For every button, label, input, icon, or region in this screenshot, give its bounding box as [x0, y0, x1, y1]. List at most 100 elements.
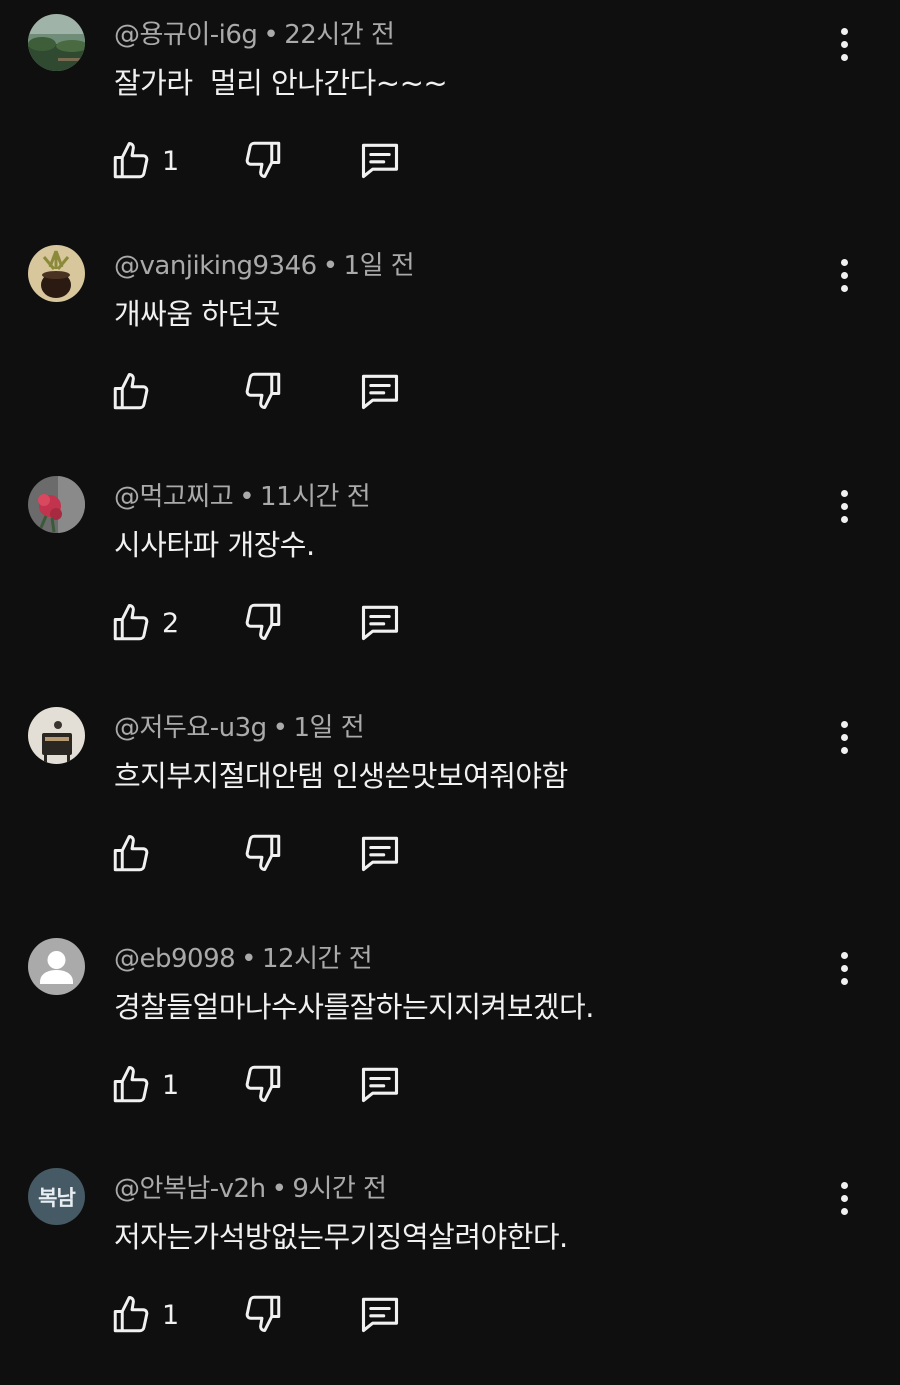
meta-separator: • — [271, 1174, 287, 1204]
reply-comment-icon — [361, 605, 399, 641]
avatar[interactable] — [28, 707, 85, 764]
dot-icon — [840, 1181, 848, 1189]
comment-author[interactable]: @용규이-i6g — [114, 20, 258, 50]
comment-author[interactable]: @저두요-u3g — [114, 713, 267, 743]
dot-icon — [840, 977, 848, 985]
dot-icon — [840, 515, 848, 523]
reply-button[interactable] — [358, 600, 404, 646]
reply-comment-icon — [361, 143, 399, 179]
more-options-button[interactable] — [824, 484, 864, 528]
comment-author[interactable]: @안복남-v2h — [114, 1174, 266, 1204]
comment-text: 저자는가석방없는무기징역살려야한다. — [114, 1220, 568, 1254]
dot-icon — [840, 53, 848, 61]
dislike-button[interactable] — [242, 138, 286, 184]
reply-button[interactable] — [358, 1292, 404, 1338]
thumbs-up-icon — [113, 142, 149, 179]
reply-button[interactable] — [358, 831, 404, 877]
room-photo-avatar — [28, 707, 85, 764]
landscape-photo-avatar — [28, 14, 85, 71]
reply-comment-icon — [361, 836, 399, 872]
dot-icon — [840, 733, 848, 741]
comment-time: 12시간 전 — [262, 944, 373, 974]
comment-text: 경찰들얼마나수사를잘하는지지켜보겠다. — [114, 990, 594, 1024]
thumbs-down-icon — [245, 141, 281, 178]
thumbs-down-icon — [245, 603, 281, 640]
comment-item: @용규이-i6g • 22시간 전 잘가라 멀리 안나간다~~~ 1 — [0, 0, 900, 231]
avatar[interactable] — [28, 476, 85, 533]
comment-text: 개싸움 하던곳 — [114, 297, 280, 331]
thumbs-up-icon — [113, 373, 149, 410]
meta-separator: • — [272, 713, 288, 743]
dislike-button[interactable] — [242, 1062, 286, 1108]
dot-icon — [840, 964, 848, 972]
meta-separator: • — [241, 944, 257, 974]
dot-icon — [840, 1207, 848, 1215]
comment-meta: @vanjiking9346 • 1일 전 — [114, 249, 415, 283]
reply-button[interactable] — [358, 369, 404, 415]
thumbs-down-icon — [245, 834, 281, 871]
avatar[interactable] — [28, 14, 85, 71]
comment-time: 1일 전 — [293, 713, 365, 743]
plant-pot-photo-avatar — [28, 245, 85, 302]
comment-item: @eb9098 • 12시간 전 경찰들얼마나수사를잘하는지지켜보겠다. 1 — [0, 924, 900, 1155]
thumbs-up-icon — [113, 1066, 149, 1103]
comment-text: 잘가라 멀리 안나간다~~~ — [114, 66, 448, 100]
person-icon — [28, 938, 85, 995]
reply-comment-icon — [361, 1067, 399, 1103]
dislike-button[interactable] — [242, 369, 286, 415]
dot-icon — [840, 951, 848, 959]
dot-icon — [840, 258, 848, 266]
comment-meta: @용규이-i6g • 22시간 전 — [114, 18, 395, 52]
more-options-button[interactable] — [824, 715, 864, 759]
more-options-button[interactable] — [824, 22, 864, 66]
like-button[interactable]: 1 — [110, 1062, 179, 1108]
comment-item: @저두요-u3g • 1일 전 흐지부지절대안탬 인생쓴맛보여줘야함 — [0, 693, 900, 924]
dislike-button[interactable] — [242, 600, 286, 646]
dislike-button[interactable] — [242, 1292, 286, 1338]
like-count: 1 — [162, 1299, 180, 1331]
comment-author[interactable]: @먹고찌고 — [114, 482, 234, 512]
more-options-button[interactable] — [824, 946, 864, 990]
comment-author[interactable]: @vanjiking9346 — [114, 251, 317, 281]
avatar[interactable]: 복남 — [28, 1168, 85, 1225]
like-count: 1 — [162, 1069, 180, 1101]
comment-item: @먹고찌고 • 11시간 전 시사타파 개장수. 2 — [0, 462, 900, 693]
thumbs-down-icon — [245, 1065, 281, 1102]
more-options-button[interactable] — [824, 1176, 864, 1220]
like-button[interactable] — [110, 369, 162, 415]
dot-icon — [840, 271, 848, 279]
dot-icon — [840, 720, 848, 728]
reply-button[interactable] — [358, 138, 404, 184]
thumbs-down-icon — [245, 372, 281, 409]
comment-list: @용규이-i6g • 22시간 전 잘가라 멀리 안나간다~~~ 1 @vanj… — [0, 0, 900, 1373]
comment-author[interactable]: @eb9098 — [114, 944, 236, 974]
dot-icon — [840, 40, 848, 48]
thumbs-up-icon — [113, 835, 149, 872]
thumbs-up-icon — [113, 1296, 149, 1333]
dot-icon — [840, 502, 848, 510]
comment-meta: @안복남-v2h • 9시간 전 — [114, 1172, 387, 1206]
dot-icon — [840, 489, 848, 497]
comment-time: 1일 전 — [343, 251, 415, 281]
dislike-button[interactable] — [242, 831, 286, 877]
comment-item: 복남 @안복남-v2h • 9시간 전 저자는가석방없는무기징역살려야한다. 1 — [0, 1154, 900, 1385]
avatar-initials: 복남 — [38, 1185, 76, 1210]
like-button[interactable]: 1 — [110, 138, 179, 184]
comment-meta: @저두요-u3g • 1일 전 — [114, 711, 365, 745]
more-options-button[interactable] — [824, 253, 864, 297]
flower-photo-avatar — [28, 476, 85, 533]
dot-icon — [840, 746, 848, 754]
avatar[interactable] — [28, 938, 85, 995]
like-count: 1 — [162, 145, 180, 177]
like-button[interactable]: 2 — [110, 600, 179, 646]
thumbs-up-icon — [113, 604, 149, 641]
reply-button[interactable] — [358, 1062, 404, 1108]
like-button[interactable]: 1 — [110, 1292, 179, 1338]
meta-separator: • — [322, 251, 338, 281]
comment-time: 9시간 전 — [292, 1174, 387, 1204]
thumbs-down-icon — [245, 1295, 281, 1332]
avatar[interactable] — [28, 245, 85, 302]
comment-time: 22시간 전 — [284, 20, 395, 50]
meta-separator: • — [239, 482, 255, 512]
like-button[interactable] — [110, 831, 162, 877]
